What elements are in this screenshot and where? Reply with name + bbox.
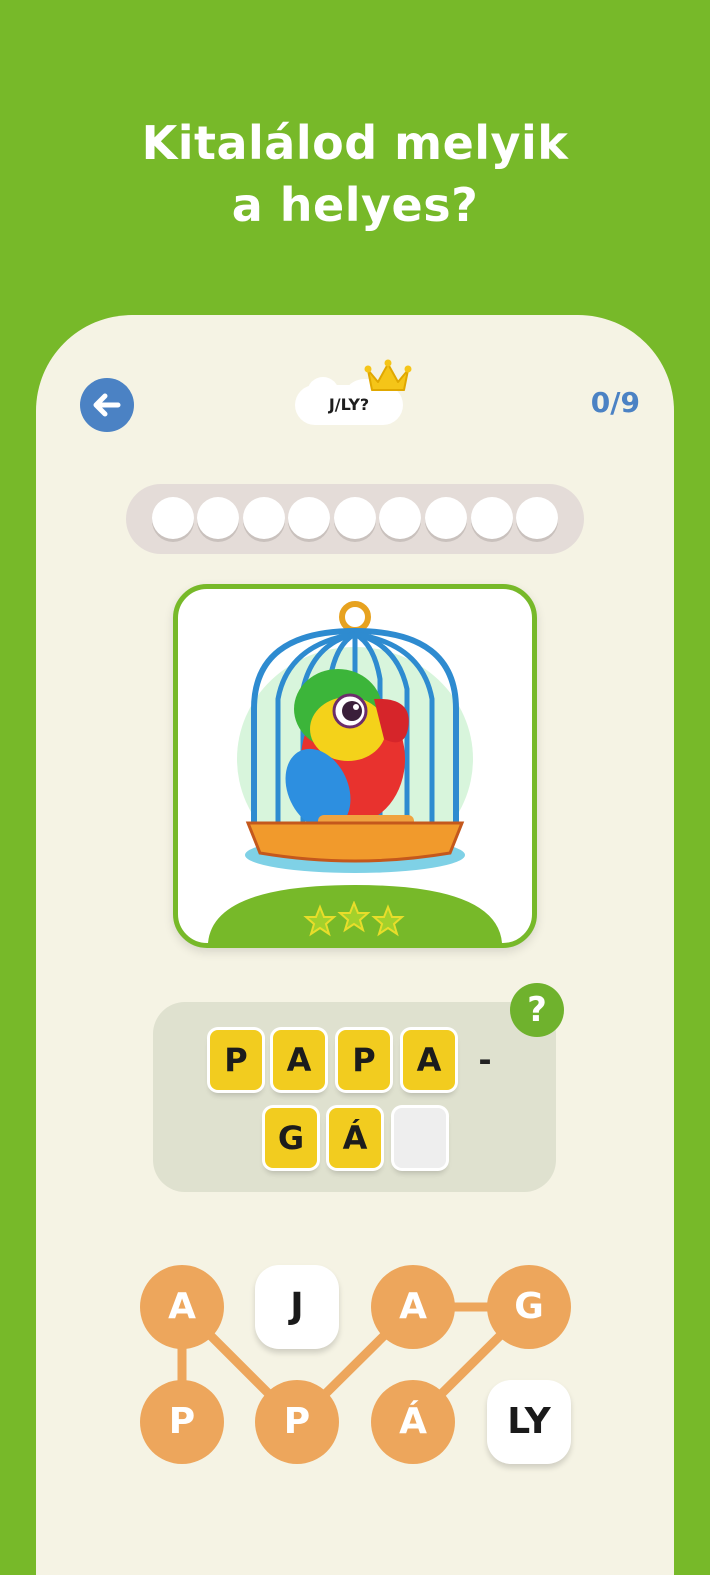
letter-choice-ly[interactable]: LY	[487, 1380, 571, 1464]
letter-bubble[interactable]: P	[140, 1380, 224, 1464]
letter-bubble[interactable]: G	[487, 1265, 571, 1349]
letter-choice-j[interactable]: J	[255, 1265, 339, 1349]
letter-bubble[interactable]: P	[255, 1380, 339, 1464]
letter-path-lines	[177, 1302, 534, 1427]
letter-bubble[interactable]: A	[140, 1265, 224, 1349]
letter-bubble[interactable]: Á	[371, 1380, 455, 1464]
letter-bubble[interactable]: A	[371, 1265, 455, 1349]
